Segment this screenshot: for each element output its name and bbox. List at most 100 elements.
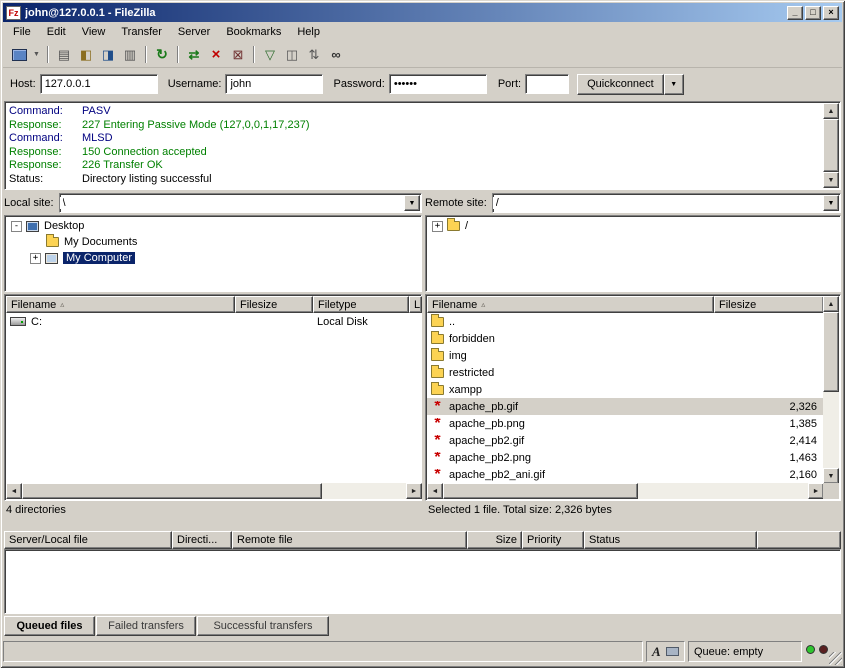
scrollbar-thumb[interactable] [823,312,839,392]
toggle-remote-tree-icon[interactable]: ◨ [97,45,119,65]
column-header-priority[interactable]: Priority [522,531,584,549]
filter-icon[interactable]: ▽ [259,45,281,65]
column-header-server-local-file[interactable]: Server/Local file [4,531,172,549]
scroll-right-icon[interactable]: ► [406,483,422,499]
filename: apache_pb2_ani.gif [449,469,545,481]
password-input[interactable] [389,74,487,94]
toggle-message-log-icon[interactable]: ▤ [53,45,75,65]
vertical-scrollbar[interactable]: ▲ ▼ [823,296,839,484]
scrollbar-thumb[interactable] [443,483,638,499]
scrollbar-track[interactable] [823,312,839,468]
menu-help[interactable]: Help [289,23,328,41]
horizontal-scrollbar[interactable]: ◄ ► [6,483,422,499]
title-bar[interactable]: Fz john@127.0.0.1 - FileZilla _ □ × [3,3,842,22]
column-header-direction[interactable]: Directi... [172,531,232,549]
table-row[interactable]: *apache_pb2.png 1,463 [427,449,823,466]
scrollbar-track[interactable] [22,483,406,499]
port-input[interactable] [525,74,569,94]
scroll-right-icon[interactable]: ► [808,483,824,499]
column-header-filename[interactable]: Filename▵ [6,296,235,313]
menu-file[interactable]: File [5,23,39,41]
cancel-icon[interactable]: × [205,45,227,65]
local-site-combo[interactable]: ▼ [59,193,422,213]
toggle-transfer-queue-icon[interactable]: ▥ [119,45,141,65]
scrollbar-thumb[interactable] [22,483,322,499]
scroll-left-icon[interactable]: ◄ [427,483,443,499]
table-row[interactable]: img [427,347,823,364]
refresh-icon[interactable]: ↻ [151,45,173,65]
column-header-last-modified[interactable]: L [409,296,422,313]
scroll-down-icon[interactable]: ▼ [823,172,839,188]
filesize [714,313,823,330]
menu-transfer[interactable]: Transfer [113,23,170,41]
chevron-down-icon[interactable]: ▼ [823,195,839,211]
menu-bar: File Edit View Transfer Server Bookmarks… [3,22,842,42]
site-manager-dropdown-icon[interactable]: ▼ [30,45,43,65]
scroll-down-icon[interactable]: ▼ [823,468,839,484]
table-row[interactable]: xampp [427,381,823,398]
menu-server[interactable]: Server [170,23,218,41]
table-row[interactable]: *apache_pb2_ani.gif 2,160 [427,466,823,483]
column-header-filetype[interactable]: Filetype [313,296,409,313]
expand-icon[interactable]: + [30,253,41,264]
horizontal-scrollbar[interactable]: ◄ ► [427,483,824,499]
tab-failed-transfers[interactable]: Failed transfers [96,616,196,636]
username-input[interactable] [225,74,323,94]
column-header-filename[interactable]: Filename▵ [427,296,714,313]
filezilla-window: Fz john@127.0.0.1 - FileZilla _ □ × File… [0,0,845,668]
collapse-icon[interactable]: - [11,221,22,232]
minimize-button[interactable]: _ [787,6,803,20]
remote-site-input[interactable] [493,197,823,209]
local-site-input[interactable] [60,197,404,209]
remote-site-combo[interactable]: ▼ [492,193,841,213]
host-label: Host: [10,78,36,90]
scroll-up-icon[interactable]: ▲ [823,296,839,312]
table-row[interactable]: *apache_pb2.gif 2,414 [427,432,823,449]
quickconnect-dropdown[interactable]: ▼ [664,74,684,95]
local-file-list: Filename▵ Filesize Filetype L C: Local D… [4,294,422,501]
scroll-up-icon[interactable]: ▲ [823,103,839,119]
scrollbar-track[interactable] [823,119,839,172]
scroll-left-icon[interactable]: ◄ [6,483,22,499]
site-manager-icon[interactable] [8,45,30,65]
tab-successful-transfers[interactable]: Successful transfers [197,616,329,636]
synchronized-browsing-icon[interactable]: ⇅ [303,45,325,65]
process-queue-icon[interactable]: ⇄ [183,45,205,65]
filesize [235,313,313,330]
remote-site-row: Remote site: ▼ [425,193,841,213]
toggle-local-tree-icon[interactable]: ◧ [75,45,97,65]
host-input[interactable] [40,74,158,94]
tree-item-desktop[interactable]: - Desktop [5,218,421,234]
column-header-status[interactable]: Status [584,531,757,549]
menu-view[interactable]: View [74,23,114,41]
table-row[interactable]: restricted [427,364,823,381]
log-scrollbar[interactable]: ▲ ▼ [823,103,839,188]
maximize-button[interactable]: □ [805,6,821,20]
disconnect-icon[interactable]: ⊠ [227,45,249,65]
column-header-filesize[interactable]: Filesize [714,296,824,313]
chevron-down-icon[interactable]: ▼ [404,195,420,211]
directory-comparison-icon[interactable]: ◫ [281,45,303,65]
scrollbar-track[interactable] [443,483,808,499]
find-files-icon[interactable]: ∞ [325,45,347,65]
tree-item-root[interactable]: + / [426,218,840,234]
quickconnect-button[interactable]: Quickconnect [577,74,664,95]
tree-item-my-documents[interactable]: My Documents [5,234,421,250]
filename: xampp [449,384,482,396]
table-row[interactable]: .. [427,313,823,330]
column-header-size[interactable]: Size [467,531,522,549]
expand-icon[interactable]: + [432,221,443,232]
close-button[interactable]: × [823,6,839,20]
table-row[interactable]: *apache_pb.png 1,385 [427,415,823,432]
tab-queued-files[interactable]: Queued files [4,616,95,636]
resize-grip[interactable] [829,652,842,665]
menu-edit[interactable]: Edit [39,23,74,41]
tree-item-my-computer[interactable]: + My Computer [5,250,421,266]
column-header-remote-file[interactable]: Remote file [232,531,467,549]
table-row[interactable]: C: Local Disk [6,313,422,330]
table-row-selected[interactable]: *apache_pb.gif 2,326 [427,398,823,415]
column-header-filesize[interactable]: Filesize [235,296,313,313]
menu-bookmarks[interactable]: Bookmarks [218,23,289,41]
table-row[interactable]: forbidden [427,330,823,347]
scrollbar-thumb[interactable] [823,119,839,172]
